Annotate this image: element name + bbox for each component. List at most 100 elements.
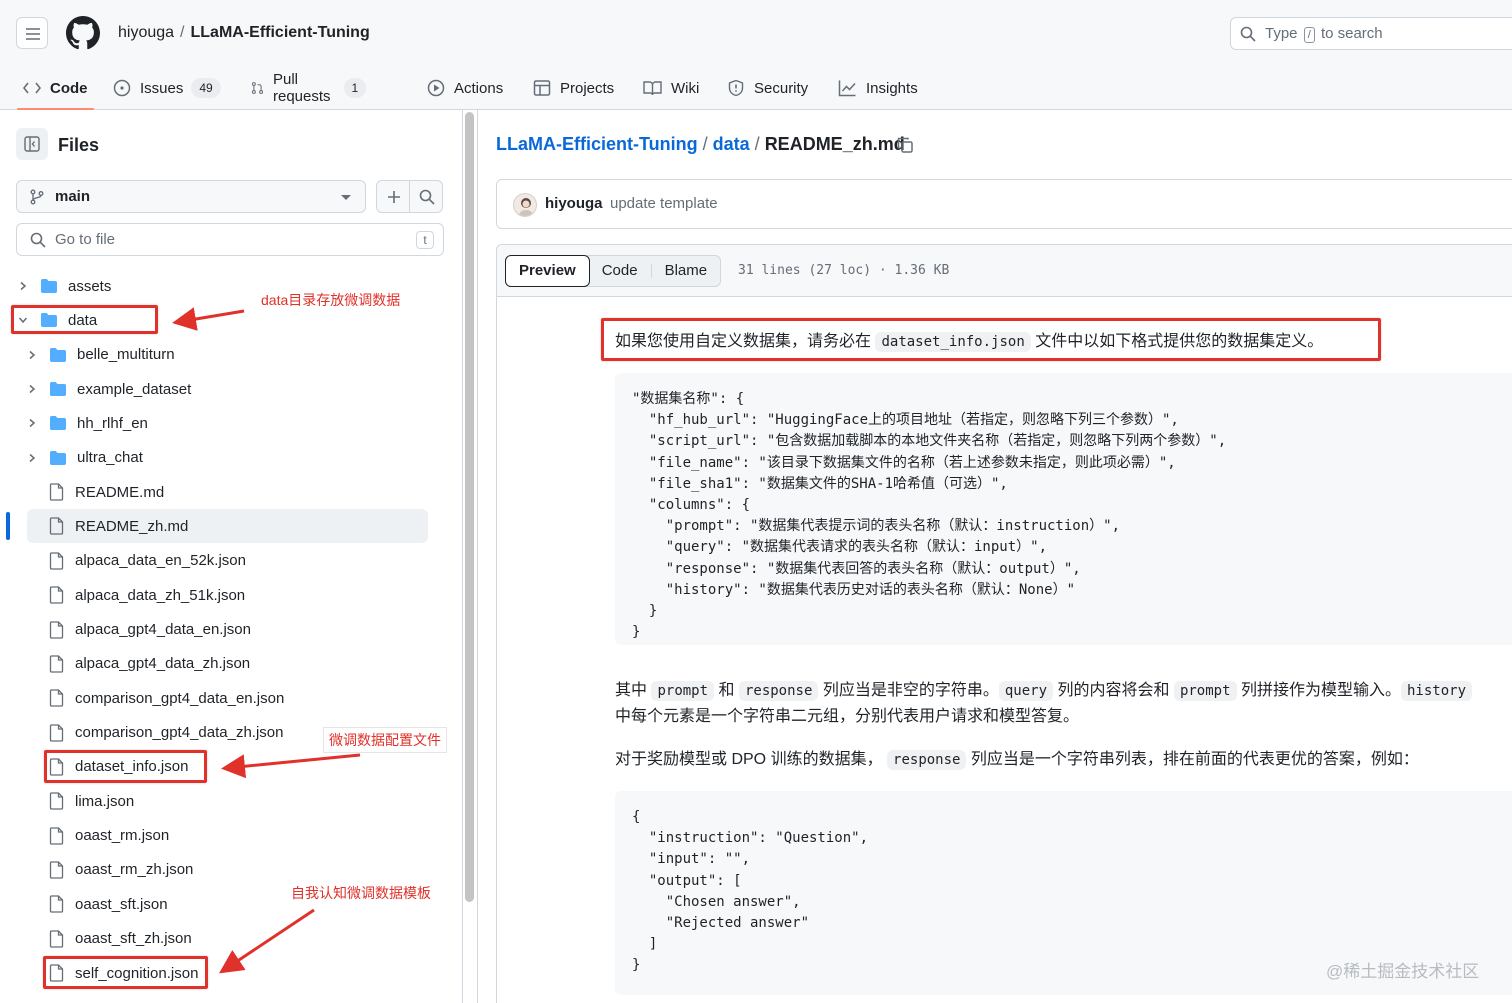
readme-dpo-paragraph: 对于奖励模型或 DPO 训练的数据集， response 列应当是一个字符串列表… xyxy=(615,747,1419,773)
file-icon xyxy=(49,929,64,948)
tab-insights[interactable]: Insights xyxy=(838,66,918,110)
tree-file-item[interactable]: comparison_gpt4_data_zh.json xyxy=(27,716,283,750)
commit-message-link[interactable]: update template xyxy=(610,195,718,212)
table-icon xyxy=(533,80,551,96)
tree-toggle[interactable] xyxy=(27,418,37,428)
go-to-file-shortcut: t xyxy=(416,231,434,249)
tree-item-label: oaast_sft_zh.json xyxy=(75,930,192,948)
tree-file-item[interactable]: oaast_rm.json xyxy=(27,819,169,853)
repo-name-link[interactable]: LLaMA-Efficient-Tuning xyxy=(191,24,370,41)
chevron-right-icon xyxy=(29,419,36,428)
tree-folder-item[interactable]: example_dataset xyxy=(27,372,191,406)
tree-item-label: README_zh.md xyxy=(75,517,189,535)
tree-file-item[interactable]: README.md xyxy=(27,475,164,509)
file-icon-wrap xyxy=(49,929,65,948)
tree-item-label: README.md xyxy=(75,483,165,501)
go-to-file-placeholder: Go to file xyxy=(55,231,116,248)
file-icon xyxy=(49,483,64,501)
tree-file-item[interactable]: alpaca_data_zh_51k.json xyxy=(27,578,245,612)
search-files-button[interactable] xyxy=(409,180,443,213)
user-avatar-icon xyxy=(518,198,534,216)
breadcrumb-folder-link[interactable]: data xyxy=(713,134,750,154)
chevron-right-icon xyxy=(29,350,36,359)
folder-icon-wrap xyxy=(49,347,67,363)
copy-path-icon[interactable] xyxy=(896,136,914,154)
folder-icon xyxy=(41,279,57,293)
file-icon-wrap xyxy=(49,723,65,742)
tab-issues-label: Issues xyxy=(140,79,184,97)
tab-pull-requests[interactable]: Pull requests 1 xyxy=(251,66,367,110)
github-logo-icon[interactable] xyxy=(66,16,100,50)
graph-icon xyxy=(838,80,856,97)
tree-toggle[interactable] xyxy=(18,281,28,291)
folder-icon-wrap xyxy=(49,381,67,397)
tab-security[interactable]: Security xyxy=(727,66,808,110)
tab-actions[interactable]: Actions xyxy=(427,66,503,110)
file-icon xyxy=(49,689,64,707)
tree-toggle[interactable] xyxy=(27,453,37,463)
para-text: 列拼接作为模型输入。 xyxy=(1240,682,1401,699)
tree-folder-item[interactable]: ultra_chat xyxy=(27,441,143,475)
tab-blame[interactable]: Blame xyxy=(652,256,721,286)
tab-preview[interactable]: Preview xyxy=(505,255,590,287)
file-icon-wrap xyxy=(49,861,65,879)
inline-code: query xyxy=(998,681,1054,701)
tree-file-item[interactable]: comparison_gpt4_data_en.json xyxy=(27,681,284,715)
readme-columns-paragraph: 其中 prompt 和 response 列应当是非空的字符串。 query 列的… xyxy=(615,678,1473,730)
collapse-sidebar-button[interactable] xyxy=(16,128,48,160)
search-shortcut-key: / xyxy=(1303,27,1315,43)
tree-file-item[interactable]: oaast_rm_zh.json xyxy=(27,853,193,887)
chevron-down-icon xyxy=(341,195,351,200)
tree-toggle[interactable] xyxy=(27,384,37,394)
para-text: 中每个元素是一个字符串二元组，分别代表用户请求和模型答复。 xyxy=(615,708,1080,725)
tree-file-item[interactable]: alpaca_gpt4_data_en.json xyxy=(27,613,251,647)
tab-wiki[interactable]: Wiki xyxy=(643,66,699,110)
annotation-box-self-cognition xyxy=(43,956,208,989)
tree-item-label: lima.json xyxy=(75,792,135,810)
branch-select-button[interactable]: main xyxy=(16,180,366,213)
folder-icon xyxy=(50,382,66,397)
tree-file-item[interactable]: alpaca_gpt4_data_zh.json xyxy=(27,647,250,681)
tree-item-label: assets xyxy=(68,277,112,295)
breadcrumb-repo-link[interactable]: LLaMA-Efficient-Tuning xyxy=(496,134,698,154)
tree-folder-item[interactable]: belle_multiturn xyxy=(27,338,175,372)
search-suffix-text: to search xyxy=(1320,25,1383,42)
tree-folder-item[interactable]: hh_rlhf_en xyxy=(27,406,148,440)
tree-toggle[interactable] xyxy=(27,350,37,360)
pull-requests-count-badge: 1 xyxy=(343,78,367,98)
tree-item-label: oaast_rm_zh.json xyxy=(75,861,194,879)
tree-folder-item[interactable]: assets xyxy=(18,269,111,303)
para-text: 和 xyxy=(718,682,735,699)
avatar[interactable] xyxy=(513,193,537,217)
folder-icon xyxy=(50,347,66,362)
folder-icon-wrap xyxy=(49,415,67,431)
go-to-file-input[interactable]: Go to file t xyxy=(16,223,444,256)
tree-file-item[interactable]: README_zh.md xyxy=(27,509,428,544)
tab-projects-label: Projects xyxy=(560,79,615,97)
file-icon-wrap xyxy=(49,552,65,570)
repo-owner-link[interactable]: hiyouga xyxy=(118,24,174,41)
code-block-content: { "instruction": "Question", "input": ""… xyxy=(632,809,869,974)
inline-code: prompt xyxy=(1173,681,1237,701)
annotation-box-data xyxy=(11,305,158,334)
tree-file-item[interactable]: oaast_sft_zh.json xyxy=(27,922,192,956)
add-file-button[interactable] xyxy=(376,180,410,213)
tree-item-label: oaast_rm.json xyxy=(75,827,170,845)
tab-projects[interactable]: Projects xyxy=(533,66,614,110)
tree-file-item[interactable]: alpaca_data_en_52k.json xyxy=(27,544,246,578)
tab-issues[interactable]: Issues 49 xyxy=(113,66,221,110)
breadcrumb-current-file: README_zh.md xyxy=(764,134,905,154)
tab-code[interactable]: Code xyxy=(17,66,93,110)
sidebar-scrollbar[interactable] xyxy=(465,112,474,902)
tab-code-view[interactable]: Code xyxy=(589,256,651,286)
tree-file-item[interactable]: oaast_sft.json xyxy=(27,887,168,921)
global-search-input[interactable]: Type / to search xyxy=(1230,17,1512,50)
commit-author-link[interactable]: hiyouga xyxy=(545,195,603,212)
tree-item-label: alpaca_data_zh_51k.json xyxy=(75,586,246,604)
code-block-content: "数据集名称": { "hf_hub_url": "HuggingFace上的项… xyxy=(632,391,1227,641)
para-text: 列应当是非空的字符串。 xyxy=(822,682,999,699)
file-icon xyxy=(49,826,64,845)
menu-button[interactable] xyxy=(16,17,48,49)
tree-item-label: comparison_gpt4_data_en.json xyxy=(75,689,285,707)
tree-file-item[interactable]: lima.json xyxy=(27,784,134,818)
